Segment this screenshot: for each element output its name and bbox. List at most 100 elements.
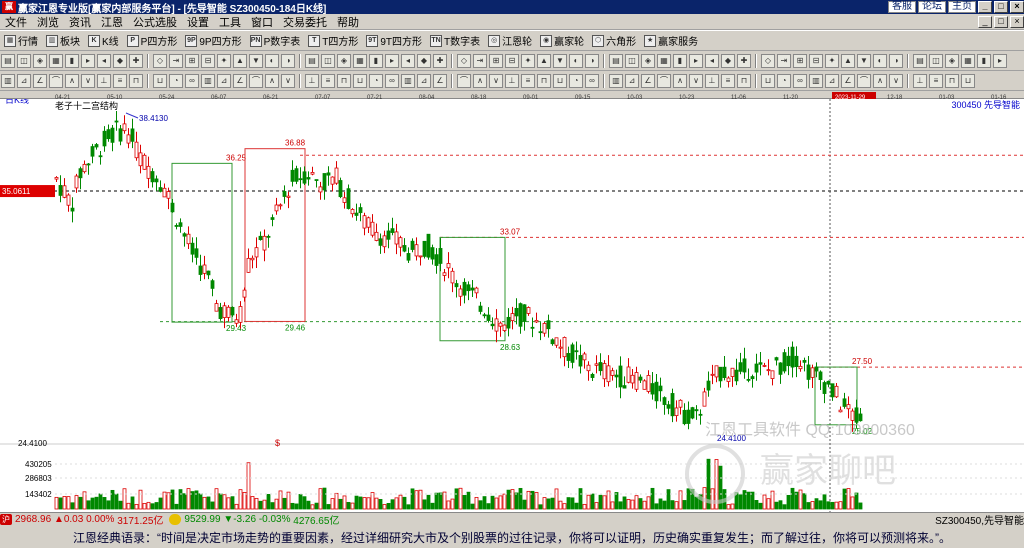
draw-tool-54-icon[interactable]: ◑ — [889, 53, 903, 68]
menu-help[interactable]: 帮助 — [332, 14, 364, 30]
draw-tool-8-icon[interactable]: ◆ — [113, 53, 127, 68]
draw-tool-10-icon[interactable]: ◇ — [153, 53, 167, 68]
toolbar-item-grid[interactable]: ▦ 行情 — [0, 33, 42, 48]
draw-tool-31-icon[interactable]: ⊟ — [505, 53, 519, 68]
menu-settings[interactable]: 设置 — [182, 14, 214, 30]
draw-tool-36-icon[interactable]: ◑ — [585, 53, 599, 68]
maximize-button[interactable]: □ — [994, 1, 1008, 13]
sz-index-block[interactable]: 9529.99 ▼-3.26 -0.03% 4276.65亿 — [169, 512, 339, 527]
draw-tool-6-icon[interactable]: ▸ — [81, 53, 95, 68]
analysis-tool-6-icon[interactable]: ∨ — [81, 73, 95, 88]
analysis-tool-41-icon[interactable]: ∧ — [673, 73, 687, 88]
draw-tool-25-icon[interactable]: ◂ — [401, 53, 415, 68]
menu-tools[interactable]: 工具 — [214, 14, 246, 30]
kline-chart[interactable]: 日K线 老子十二宫结构 300450 先导智能 35.0611 36.25 29.43 36… — [0, 94, 1024, 512]
analysis-tool-37-icon[interactable]: ▥ — [609, 73, 623, 88]
draw-tool-26-icon[interactable]: ◆ — [417, 53, 431, 68]
draw-tool-58-icon[interactable]: ▦ — [961, 53, 975, 68]
analysis-tool-53-icon[interactable]: ∧ — [873, 73, 887, 88]
draw-tool-30-icon[interactable]: ⊞ — [489, 53, 503, 68]
draw-tool-52-icon[interactable]: ▼ — [857, 53, 871, 68]
draw-tool-9-icon[interactable]: ✚ — [129, 53, 143, 68]
analysis-tool-49-icon[interactable]: ▥ — [809, 73, 823, 88]
analysis-tool-27-icon[interactable]: ∠ — [433, 73, 447, 88]
draw-tool-34-icon[interactable]: ▼ — [553, 53, 567, 68]
draw-tool-46-icon[interactable]: ◇ — [761, 53, 775, 68]
toolbar-item-9p-square[interactable]: 9P 9P四方形 — [181, 33, 245, 48]
draw-tool-55-icon[interactable]: ▤ — [913, 53, 927, 68]
toolbar-item-kline[interactable]: K K线 — [84, 33, 123, 48]
child-close-button[interactable]: × — [1010, 15, 1024, 28]
draw-tool-40-icon[interactable]: ▦ — [657, 53, 671, 68]
draw-tool-43-icon[interactable]: ◂ — [705, 53, 719, 68]
analysis-tool-8-icon[interactable]: ≡ — [113, 73, 127, 88]
analysis-tool-56-icon[interactable]: ≡ — [929, 73, 943, 88]
analysis-tool-13-icon[interactable]: ▥ — [201, 73, 215, 88]
toolbar-item-service[interactable]: ★ 赢家服务 — [640, 33, 702, 48]
analysis-tool-7-icon[interactable]: ⊥ — [97, 73, 111, 88]
toolbar-item-t-square[interactable]: T T四方形 — [304, 33, 362, 48]
analysis-tool-23-icon[interactable]: ◔ — [369, 73, 383, 88]
forum-link[interactable]: 论坛 — [918, 1, 946, 13]
draw-tool-11-icon[interactable]: ⇥ — [169, 53, 183, 68]
analysis-tool-51-icon[interactable]: ∠ — [841, 73, 855, 88]
draw-tool-35-icon[interactable]: ◐ — [569, 53, 583, 68]
analysis-tool-33-icon[interactable]: ⊓ — [537, 73, 551, 88]
minimize-button[interactable]: _ — [978, 1, 992, 13]
toolbar-item-winner-wheel[interactable]: ◉ 赢家轮 — [536, 33, 588, 48]
analysis-tool-4-icon[interactable]: ⌒ — [49, 73, 63, 88]
toolbar-item-p-square[interactable]: P P四方形 — [123, 33, 182, 48]
draw-tool-51-icon[interactable]: ▲ — [841, 53, 855, 68]
draw-tool-33-icon[interactable]: ▲ — [537, 53, 551, 68]
draw-tool-44-icon[interactable]: ◆ — [721, 53, 735, 68]
draw-tool-13-icon[interactable]: ⊟ — [201, 53, 215, 68]
draw-tool-50-icon[interactable]: ✦ — [825, 53, 839, 68]
analysis-tool-39-icon[interactable]: ∠ — [641, 73, 655, 88]
menu-gann[interactable]: 江恩 — [96, 14, 128, 30]
draw-tool-12-icon[interactable]: ⊞ — [185, 53, 199, 68]
draw-tool-29-icon[interactable]: ⇥ — [473, 53, 487, 68]
sh-index-block[interactable]: 沪 2968.96 ▲0.03 0.00% 3171.25亿 — [0, 512, 163, 527]
analysis-tool-58-icon[interactable]: ⊔ — [961, 73, 975, 88]
draw-tool-21-icon[interactable]: ◈ — [337, 53, 351, 68]
analysis-tool-21-icon[interactable]: ⊓ — [337, 73, 351, 88]
draw-tool-16-icon[interactable]: ▼ — [249, 53, 263, 68]
draw-tool-15-icon[interactable]: ▲ — [233, 53, 247, 68]
draw-tool-4-icon[interactable]: ▦ — [49, 53, 63, 68]
analysis-tool-35-icon[interactable]: ◔ — [569, 73, 583, 88]
analysis-tool-32-icon[interactable]: ≡ — [521, 73, 535, 88]
draw-tool-57-icon[interactable]: ◈ — [945, 53, 959, 68]
analysis-tool-44-icon[interactable]: ≡ — [721, 73, 735, 88]
menu-formula[interactable]: 公式选股 — [128, 14, 182, 30]
analysis-tool-55-icon[interactable]: ⊥ — [913, 73, 927, 88]
menu-browse[interactable]: 浏览 — [32, 14, 64, 30]
analysis-tool-46-icon[interactable]: ⊔ — [761, 73, 775, 88]
analysis-tool-18-icon[interactable]: ∨ — [281, 73, 295, 88]
analysis-tool-16-icon[interactable]: ⌒ — [249, 73, 263, 88]
analysis-tool-14-icon[interactable]: ⊿ — [217, 73, 231, 88]
analysis-tool-3-icon[interactable]: ∠ — [33, 73, 47, 88]
draw-tool-38-icon[interactable]: ◫ — [625, 53, 639, 68]
analysis-tool-22-icon[interactable]: ⊔ — [353, 73, 367, 88]
toolbar-item-tn-table[interactable]: TN T数字表 — [426, 33, 484, 48]
draw-tool-32-icon[interactable]: ✦ — [521, 53, 535, 68]
draw-tool-17-icon[interactable]: ◐ — [265, 53, 279, 68]
analysis-tool-43-icon[interactable]: ⊥ — [705, 73, 719, 88]
analysis-tool-54-icon[interactable]: ∨ — [889, 73, 903, 88]
draw-tool-5-icon[interactable]: ▮ — [65, 53, 79, 68]
menu-window[interactable]: 窗口 — [246, 14, 278, 30]
draw-tool-1-icon[interactable]: ▤ — [1, 53, 15, 68]
analysis-tool-24-icon[interactable]: ∞ — [385, 73, 399, 88]
draw-tool-24-icon[interactable]: ▸ — [385, 53, 399, 68]
draw-tool-56-icon[interactable]: ◫ — [929, 53, 943, 68]
menu-trade[interactable]: 交易委托 — [278, 14, 332, 30]
child-restore-button[interactable]: □ — [994, 15, 1008, 28]
draw-tool-48-icon[interactable]: ⊞ — [793, 53, 807, 68]
draw-tool-53-icon[interactable]: ◐ — [873, 53, 887, 68]
analysis-tool-52-icon[interactable]: ⌒ — [857, 73, 871, 88]
toolbar-item-9t-square[interactable]: 9T 9T四方形 — [362, 33, 426, 48]
analysis-tool-57-icon[interactable]: ⊓ — [945, 73, 959, 88]
analysis-tool-28-icon[interactable]: ⌒ — [457, 73, 471, 88]
menu-file[interactable]: 文件 — [0, 14, 32, 30]
analysis-tool-50-icon[interactable]: ⊿ — [825, 73, 839, 88]
